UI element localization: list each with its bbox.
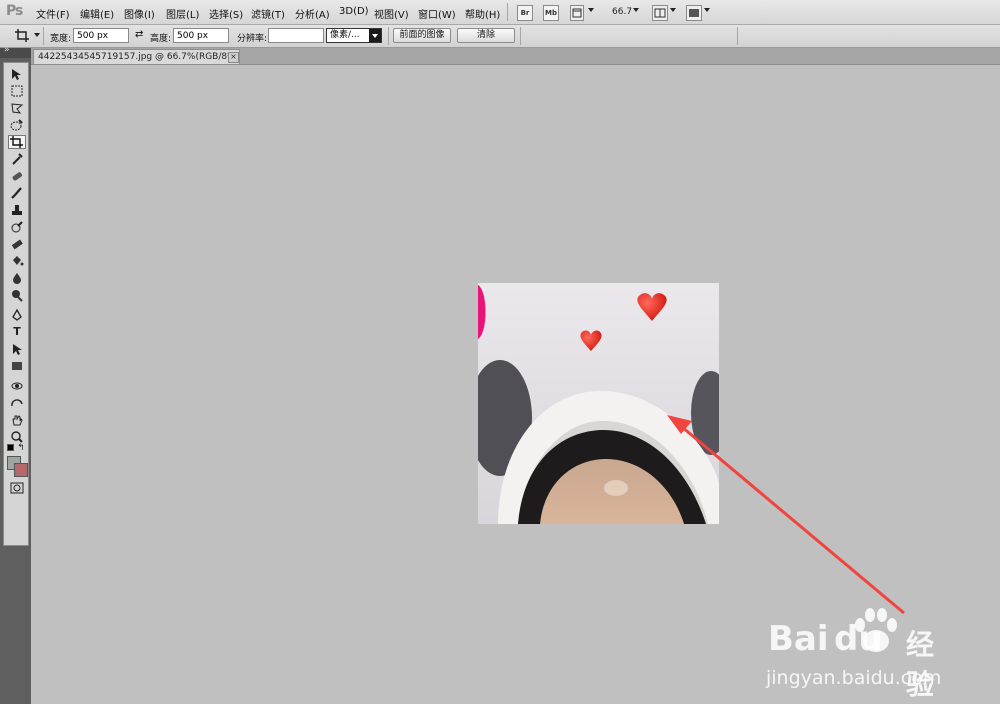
- paint-bucket-icon[interactable]: [8, 254, 26, 268]
- menu-select[interactable]: 选择(S): [209, 6, 243, 21]
- history-brush-icon[interactable]: [8, 220, 26, 234]
- clone-stamp-icon[interactable]: [8, 203, 26, 217]
- document-tab-strip: 44225434545719157.jpg @ 66.7%(RGB/8*) *: [31, 48, 1000, 65]
- options-separator: [737, 27, 738, 45]
- menu-separator: [507, 3, 508, 21]
- options-separator: [520, 27, 521, 45]
- tools-panel: T ↰: [0, 45, 31, 704]
- lasso-icon[interactable]: [8, 101, 26, 115]
- 3d-rotate-icon[interactable]: [8, 379, 26, 393]
- marquee-icon[interactable]: [8, 84, 26, 98]
- swap-colors-icon[interactable]: ↰: [16, 441, 26, 455]
- menu-edit[interactable]: 编辑(E): [80, 6, 114, 21]
- zoom-level[interactable]: 66.7: [612, 7, 632, 17]
- options-separator: [43, 27, 44, 45]
- rectangle-icon[interactable]: [8, 359, 26, 373]
- watermark-brand-cn: 经验: [906, 628, 935, 701]
- brush-icon[interactable]: [8, 186, 26, 200]
- mini-bridge-button[interactable]: Mb: [543, 5, 559, 21]
- type-icon[interactable]: T: [8, 325, 26, 339]
- extras-icon[interactable]: [570, 5, 584, 21]
- path-select-icon[interactable]: [8, 342, 26, 356]
- canvas-area[interactable]: Bai du 经验 jingyan.baidu.com: [31, 65, 1000, 704]
- menu-layer[interactable]: 图层(L): [166, 6, 199, 21]
- resolution-field[interactable]: [268, 28, 324, 43]
- chevron-down-icon[interactable]: [633, 8, 639, 12]
- height-field[interactable]: [173, 28, 229, 43]
- eyedropper-icon[interactable]: [8, 152, 26, 166]
- menu-help[interactable]: 帮助(H): [465, 6, 500, 21]
- width-field[interactable]: [73, 28, 129, 43]
- chevron-down-icon[interactable]: [588, 8, 594, 12]
- panel-grip[interactable]: [0, 45, 31, 58]
- background-color-swatch[interactable]: [14, 463, 28, 477]
- chevron-down-icon[interactable]: [704, 8, 710, 12]
- chevron-down-icon: [369, 29, 381, 42]
- quick-select-icon[interactable]: [8, 118, 26, 132]
- height-label: 高度:: [150, 34, 172, 44]
- menu-image[interactable]: 图像(I): [124, 6, 155, 21]
- screen-mode-icon[interactable]: [686, 5, 702, 21]
- watermark-brand-du: du: [834, 619, 883, 659]
- front-image-button[interactable]: 前面的图像: [393, 28, 451, 43]
- crop-icon[interactable]: [14, 28, 32, 43]
- 3d-orbit-icon[interactable]: [8, 396, 26, 410]
- swap-icon[interactable]: ⇄: [135, 29, 143, 40]
- menu-view[interactable]: 视图(V): [374, 6, 409, 21]
- watermark-brand: Bai: [768, 619, 829, 659]
- menu-analysis[interactable]: 分析(A): [295, 6, 330, 21]
- options-bar: 宽度: ⇄ 高度: 分辨率: 像素/... 前面的图像 清除: [0, 25, 1000, 48]
- menu-window[interactable]: 窗口(W): [418, 6, 456, 21]
- quick-mask-icon[interactable]: [8, 481, 26, 495]
- menu-file[interactable]: 文件(F): [36, 6, 70, 21]
- close-icon[interactable]: ×: [228, 52, 239, 63]
- resolution-label: 分辨率:: [237, 34, 268, 44]
- chevron-down-icon[interactable]: [34, 33, 40, 37]
- dodge-icon[interactable]: [8, 288, 26, 302]
- clear-button[interactable]: 清除: [457, 28, 515, 43]
- document-tab[interactable]: 44225434545719157.jpg @ 66.7%(RGB/8*) *: [33, 49, 240, 64]
- default-colors-icon[interactable]: [7, 444, 14, 451]
- healing-icon[interactable]: [8, 169, 26, 183]
- hand-icon[interactable]: [8, 413, 26, 427]
- move-icon[interactable]: [8, 67, 26, 81]
- width-label: 宽度:: [50, 34, 72, 44]
- chevron-down-icon[interactable]: [670, 8, 676, 12]
- tools-column: T ↰: [3, 62, 29, 546]
- resolution-unit-select[interactable]: 像素/...: [326, 28, 382, 43]
- pen-icon[interactable]: [8, 308, 26, 322]
- options-separator: [388, 27, 389, 45]
- watermark-url: jingyan.baidu.com: [766, 667, 942, 689]
- arrange-documents-icon[interactable]: [652, 5, 668, 21]
- blur-icon[interactable]: [8, 271, 26, 285]
- menu-3d[interactable]: 3D(D): [339, 6, 369, 17]
- menu-filter[interactable]: 滤镜(T): [251, 6, 285, 21]
- eraser-icon[interactable]: [8, 237, 26, 251]
- crop-icon[interactable]: [8, 135, 26, 149]
- photoshop-logo: Ps: [6, 3, 23, 19]
- bridge-button[interactable]: Br: [517, 5, 533, 21]
- resolution-unit-value: 像素/...: [330, 30, 360, 40]
- menu-bar: Ps 文件(F) 编辑(E) 图像(I) 图层(L) 选择(S) 滤镜(T) 分…: [0, 0, 1000, 25]
